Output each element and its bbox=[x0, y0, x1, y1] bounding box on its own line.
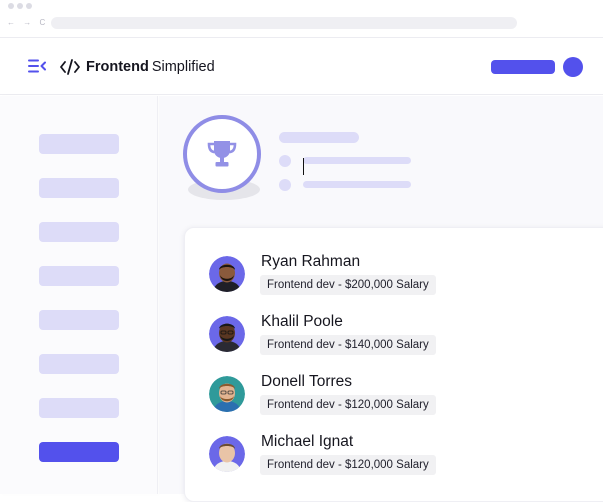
user-avatar[interactable] bbox=[563, 57, 583, 77]
brand-subtitle: Simplified bbox=[151, 59, 215, 75]
code-brackets-icon bbox=[60, 59, 80, 75]
address-bar[interactable] bbox=[51, 17, 517, 29]
list-item[interactable]: Khalil Poole Frontend dev - $140,000 Sal… bbox=[209, 313, 589, 363]
window-dot[interactable] bbox=[26, 3, 32, 9]
sidebar-item[interactable] bbox=[39, 310, 119, 330]
trophy-circle bbox=[183, 115, 261, 193]
avatar bbox=[209, 256, 245, 292]
sidebar-item[interactable] bbox=[39, 222, 119, 242]
avatar bbox=[209, 376, 245, 412]
avatar bbox=[209, 436, 245, 472]
sidebar-item-active[interactable] bbox=[39, 442, 119, 462]
salary-badge: Frontend dev - $120,000 Salary bbox=[260, 455, 436, 475]
browser-nav-icons[interactable]: ← → C bbox=[7, 18, 48, 27]
placeholder-bullet bbox=[279, 179, 291, 191]
sidebar-item[interactable] bbox=[39, 178, 119, 198]
trophy-icon bbox=[207, 141, 237, 167]
placeholder-title bbox=[279, 132, 359, 143]
window-dot[interactable] bbox=[8, 3, 14, 9]
sidebar-item[interactable] bbox=[39, 134, 119, 154]
salary-badge: Frontend dev - $120,000 Salary bbox=[260, 395, 436, 415]
salary-badge: Frontend dev - $140,000 Salary bbox=[260, 335, 436, 355]
avatar bbox=[209, 316, 245, 352]
main-content: Ryan Rahman Frontend dev - $200,000 Sala… bbox=[159, 96, 603, 502]
window-dot[interactable] bbox=[17, 3, 23, 9]
sidebar-item[interactable] bbox=[39, 354, 119, 374]
brand-name: Frontend bbox=[86, 59, 149, 75]
brand-logo[interactable]: Frontend Simplified bbox=[60, 56, 215, 78]
trophy-badge bbox=[183, 115, 263, 203]
list-item[interactable]: Ryan Rahman Frontend dev - $200,000 Sala… bbox=[209, 253, 589, 303]
person-name: Khalil Poole bbox=[261, 313, 343, 330]
person-name: Ryan Rahman bbox=[261, 253, 361, 270]
person-name: Donell Torres bbox=[261, 373, 353, 390]
placeholder-bullet bbox=[279, 155, 291, 167]
list-item[interactable]: Donell Torres Frontend dev - $120,000 Sa… bbox=[209, 373, 589, 423]
browser-chrome: ← → C bbox=[0, 0, 603, 38]
sidebar-item[interactable] bbox=[39, 266, 119, 286]
salary-badge: Frontend dev - $200,000 Salary bbox=[260, 275, 436, 295]
sidebar-item[interactable] bbox=[39, 398, 119, 418]
placeholder-line bbox=[303, 157, 411, 164]
header-action-button[interactable] bbox=[491, 60, 555, 74]
app-header: Frontend Simplified bbox=[0, 39, 603, 95]
leaderboard-card: Ryan Rahman Frontend dev - $200,000 Sala… bbox=[184, 227, 603, 502]
text-cursor bbox=[303, 158, 304, 175]
person-name: Michael Ignat bbox=[261, 433, 354, 450]
sidebar bbox=[0, 96, 158, 494]
menu-collapse-icon[interactable] bbox=[28, 59, 46, 73]
window-controls bbox=[8, 3, 32, 9]
list-item[interactable]: Michael Ignat Frontend dev - $120,000 Sa… bbox=[209, 433, 589, 483]
placeholder-line bbox=[303, 181, 411, 188]
